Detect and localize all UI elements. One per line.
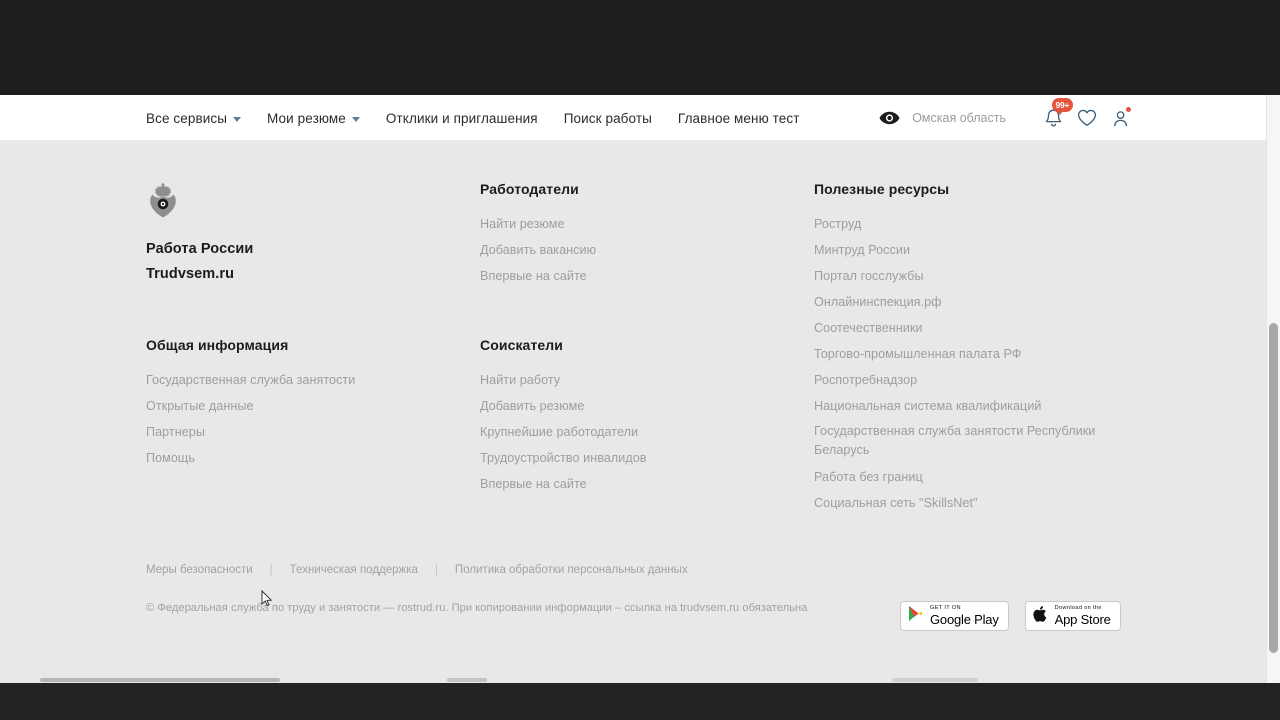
footer-link[interactable]: Роструд [814, 211, 1126, 237]
footer-link[interactable]: Трудоустройство инвалидов [480, 445, 780, 471]
screen: Все сервисы Мои резюме Отклики и приглаш… [0, 0, 1280, 720]
legal-link-privacy-policy[interactable]: Политика обработки персональных данных [455, 564, 688, 576]
footer-links-general-info: Государственная служба занятости Открыты… [146, 367, 446, 471]
footer-column-general-info-title: Общая информация [146, 337, 289, 353]
nav-my-resumes-label: Мои резюме [267, 110, 346, 126]
google-play-top-label: GET IT ON [930, 604, 961, 611]
apple-icon [1033, 605, 1048, 628]
footer-link[interactable]: Государственная служба занятости [146, 367, 446, 393]
legal-link-support[interactable]: Техническая поддержка [290, 564, 418, 576]
favorites-button[interactable] [1070, 103, 1104, 133]
google-play-text: GET IT ON Google Play [930, 604, 999, 628]
nav-all-services[interactable]: Все сервисы [146, 110, 242, 126]
footer-link[interactable]: Крупнейшие работодатели [480, 419, 780, 445]
browser-chrome-bottom [0, 683, 1280, 720]
footer-links-useful-resources: Роструд Минтруд России Портал госслужбы … [814, 211, 1126, 516]
footer-link[interactable]: Найти работу [480, 367, 780, 393]
horizontal-scrollbar-thumb-tertiary[interactable] [892, 678, 978, 682]
footer-column-jobseekers-title: Соискатели [480, 337, 563, 353]
heart-icon [1077, 109, 1097, 126]
footer-link[interactable]: Онлайнинспекция.рф [814, 289, 1126, 315]
footer-link[interactable]: Торгово-промышленная палата РФ [814, 341, 1126, 367]
footer-column-jobseekers: Соискатели Найти работу Добавить резюме … [480, 337, 780, 497]
site-header: Все сервисы Мои резюме Отклики и приглаш… [0, 95, 1266, 141]
app-store-badge[interactable]: Download on the App Store [1024, 601, 1121, 631]
footer-link[interactable]: Минтруд России [814, 237, 1126, 263]
horizontal-scrollbar-thumb-secondary[interactable] [447, 678, 487, 682]
horizontal-scrollbar-thumb[interactable] [40, 678, 280, 682]
nav-main-menu-test[interactable]: Главное меню тест [678, 111, 800, 126]
horizontal-scrollbar[interactable] [0, 677, 1266, 683]
copyright-text: © Федеральная служба по труду и занятост… [146, 602, 808, 614]
eye-icon[interactable] [878, 107, 900, 129]
header-actions: Омская область 99+ [878, 95, 1138, 141]
nav-responses-invitations[interactable]: Отклики и приглашения [386, 111, 538, 126]
footer-link[interactable]: Национальная система квалификаций [814, 393, 1126, 419]
chevron-down-icon [233, 116, 242, 122]
browser-chrome-top [0, 0, 1280, 95]
footer-column-useful-resources: Полезные ресурсы Роструд Минтруд России … [814, 181, 1126, 516]
russian-coat-of-arms-icon [146, 181, 180, 223]
legal-link-security[interactable]: Меры безопасности [146, 564, 253, 576]
nav-my-resumes[interactable]: Мои резюме [267, 111, 360, 126]
legal-separator: | [434, 564, 438, 576]
app-store-main-label: App Store [1054, 612, 1111, 628]
footer-link[interactable]: Партнеры [146, 419, 446, 445]
user-notification-dot [1126, 107, 1131, 112]
footer-link[interactable]: Впервые на сайте [480, 471, 780, 497]
app-store-top-label: Download on the [1054, 604, 1102, 611]
vertical-scrollbar-thumb[interactable] [1269, 323, 1278, 653]
user-account-button[interactable] [1104, 103, 1138, 133]
footer-link[interactable]: Открытые данные [146, 393, 446, 419]
footer-link[interactable]: Найти резюме [480, 211, 780, 237]
app-store-badges: GET IT ON Google Play Download on the Ap… [900, 601, 1121, 631]
footer-link[interactable]: Соотечественники [814, 315, 1126, 341]
google-play-badge[interactable]: GET IT ON Google Play [900, 601, 1009, 631]
footer-column-general-info: Общая информация Государственная служба … [146, 337, 446, 471]
region-selector[interactable]: Омская область [912, 111, 1006, 125]
app-store-text: Download on the App Store [1054, 604, 1111, 628]
footer-link[interactable]: Социальная сеть "SkillsNet" [814, 490, 1126, 516]
google-play-main-label: Google Play [930, 612, 999, 628]
footer-link[interactable]: Портал госслужбы [814, 263, 1126, 289]
footer-column-useful-resources-title: Полезные ресурсы [814, 181, 950, 197]
vertical-scrollbar[interactable] [1266, 95, 1280, 683]
footer-link[interactable]: Государственная служба занятости Республ… [814, 419, 1126, 464]
footer-link[interactable]: Добавить вакансию [480, 237, 780, 263]
browser-viewport: Все сервисы Мои резюме Отклики и приглаш… [0, 95, 1280, 683]
nav-all-services-label: Все сервисы [146, 110, 228, 126]
footer-links-employers: Найти резюме Добавить вакансию Впервые н… [480, 211, 780, 289]
footer-column-employers-title: Работодатели [480, 181, 579, 197]
main-navigation: Все сервисы Мои резюме Отклики и приглаш… [146, 95, 800, 141]
google-play-icon [908, 605, 923, 627]
chevron-down-icon [351, 116, 360, 122]
site-footer: Работа России Trudvsem.ru Работодатели Н… [0, 141, 1266, 683]
footer-column-employers: Работодатели Найти резюме Добавить вакан… [480, 181, 780, 289]
nav-job-search-label: Поиск работы [563, 110, 652, 126]
footer-brand: Работа России Trudvsem.ru [146, 181, 446, 287]
footer-link[interactable]: Помощь [146, 445, 446, 471]
notifications-button[interactable]: 99+ [1036, 98, 1073, 133]
nav-main-menu-test-label: Главное меню тест [677, 110, 800, 126]
nav-responses-invitations-label: Отклики и приглашения [385, 110, 538, 126]
footer-link[interactable]: Добавить резюме [480, 393, 780, 419]
nav-job-search[interactable]: Поиск работы [564, 111, 652, 126]
footer-links-jobseekers: Найти работу Добавить резюме Крупнейшие … [480, 367, 780, 497]
brand-name: Работа России [146, 241, 254, 257]
brand-domain: Trudvsem.ru [146, 266, 235, 282]
footer-link[interactable]: Роспотребнадзор [814, 367, 1126, 393]
footer-link[interactable]: Впервые на сайте [480, 263, 780, 289]
legal-separator: | [269, 564, 273, 576]
footer-link[interactable]: Работа без границ [814, 464, 1126, 490]
footer-legal-links: Меры безопасности | Техническая поддержк… [146, 564, 688, 576]
